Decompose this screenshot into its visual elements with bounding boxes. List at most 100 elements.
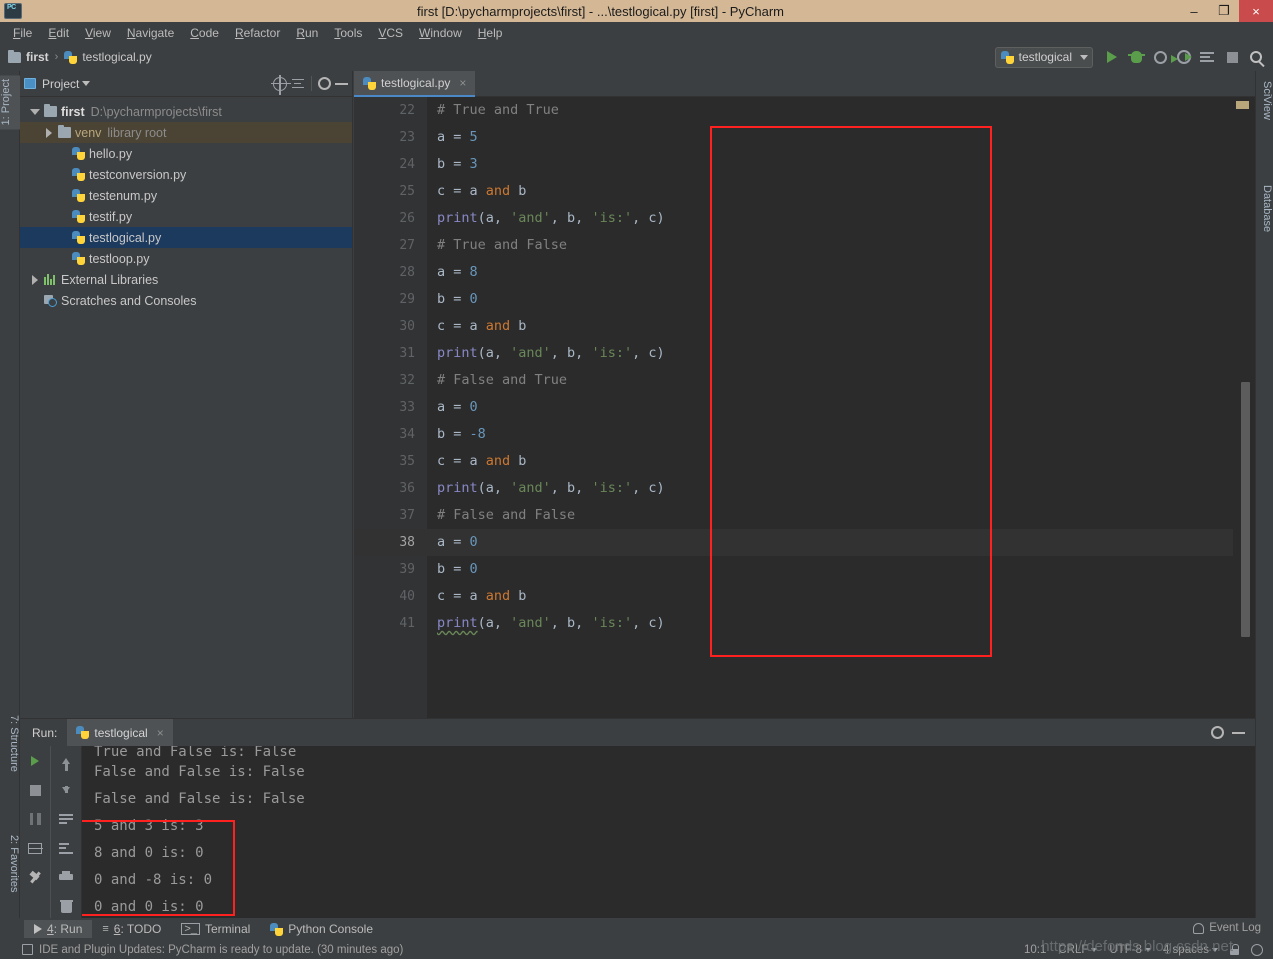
tree-item-testconversion-py[interactable]: testconversion.py bbox=[20, 164, 352, 185]
chevron-right-icon[interactable] bbox=[42, 127, 56, 138]
scrollbar-thumb[interactable] bbox=[1241, 382, 1250, 637]
menu-item-view[interactable]: View bbox=[77, 24, 119, 42]
scroll-to-end-icon[interactable] bbox=[56, 838, 76, 858]
code-line[interactable]: b = 0 bbox=[427, 556, 1233, 583]
collapse-all-icon[interactable] bbox=[291, 77, 305, 91]
code-line[interactable]: c = a and b bbox=[427, 448, 1233, 475]
chevron-down-icon[interactable] bbox=[28, 108, 42, 115]
run-with-profiler-button[interactable] bbox=[1149, 46, 1178, 68]
code-line[interactable]: print(a, 'and', b, 'is:', c) bbox=[427, 475, 1233, 502]
up-arrow-icon[interactable] bbox=[56, 751, 76, 771]
clear-all-icon[interactable] bbox=[56, 896, 76, 916]
hide-panel-icon[interactable] bbox=[335, 82, 348, 85]
code-line[interactable]: # True and True bbox=[427, 97, 1233, 124]
code-line[interactable]: a = 5 bbox=[427, 124, 1233, 151]
search-icon[interactable] bbox=[1245, 46, 1267, 68]
menu-item-file[interactable]: File bbox=[5, 24, 40, 42]
code-line[interactable]: a = 0 bbox=[427, 529, 1233, 556]
soft-wrap-icon[interactable] bbox=[56, 809, 76, 829]
code-line[interactable]: b = 3 bbox=[427, 151, 1233, 178]
line-number[interactable]: 30 bbox=[354, 313, 427, 340]
gear-icon[interactable] bbox=[318, 77, 331, 90]
line-number[interactable]: 23 bbox=[354, 124, 427, 151]
event-log-button[interactable]: Event Log bbox=[1193, 922, 1261, 934]
line-number[interactable]: 22 bbox=[354, 97, 427, 124]
code-line[interactable]: print(a, 'and', b, 'is:', c) bbox=[427, 340, 1233, 367]
stop-button[interactable] bbox=[1221, 46, 1243, 68]
menu-item-refactor[interactable]: Refactor bbox=[227, 24, 288, 42]
menu-item-tools[interactable]: Tools bbox=[326, 24, 370, 42]
code-line[interactable]: a = 8 bbox=[427, 259, 1233, 286]
rerun-button[interactable] bbox=[25, 751, 45, 771]
bottom-tab-4-run[interactable]: 4: Run bbox=[24, 920, 93, 938]
line-number[interactable]: 35 bbox=[354, 448, 427, 475]
code-line[interactable]: print(a, 'and', b, 'is:', c) bbox=[427, 205, 1233, 232]
line-number[interactable]: 39 bbox=[354, 556, 427, 583]
menu-item-edit[interactable]: Edit bbox=[40, 24, 77, 42]
line-number[interactable]: 29 bbox=[354, 286, 427, 313]
run-tests-button[interactable] bbox=[1197, 46, 1219, 68]
stop-button[interactable] bbox=[25, 780, 45, 800]
code-line[interactable]: c = a and b bbox=[427, 313, 1233, 340]
line-number[interactable]: 40 bbox=[354, 583, 427, 610]
tree-item-hello-py[interactable]: hello.py bbox=[20, 143, 352, 164]
line-number[interactable]: 31 bbox=[354, 340, 427, 367]
code-line[interactable]: a = 0 bbox=[427, 394, 1233, 421]
line-number[interactable]: 32 bbox=[354, 367, 427, 394]
line-number[interactable]: 27 bbox=[354, 232, 427, 259]
run-configuration-selector[interactable]: testlogical bbox=[994, 46, 1093, 68]
breadcrumb-project[interactable]: first bbox=[26, 50, 49, 64]
line-number[interactable]: 25 bbox=[354, 178, 427, 205]
layout-settings-icon[interactable] bbox=[25, 838, 45, 858]
run-button[interactable] bbox=[1101, 46, 1123, 68]
sidebar-tab-favorites[interactable]: 2: Favorites bbox=[0, 831, 20, 896]
tree-item-external-libraries[interactable]: External Libraries bbox=[20, 269, 352, 290]
menu-item-window[interactable]: Window bbox=[411, 24, 470, 42]
power-save-icon[interactable] bbox=[1251, 943, 1263, 956]
print-icon[interactable] bbox=[56, 867, 76, 887]
menu-item-run[interactable]: Run bbox=[288, 24, 326, 42]
code-line[interactable]: print(a, 'and', b, 'is:', c) bbox=[427, 610, 1233, 637]
code-line[interactable]: c = a and b bbox=[427, 178, 1233, 205]
menu-item-vcs[interactable]: VCS bbox=[370, 24, 411, 42]
tree-item-scratches-and-consoles[interactable]: Scratches and Consoles bbox=[20, 290, 352, 311]
code-line[interactable]: # True and False bbox=[427, 232, 1233, 259]
tree-item-venv[interactable]: venv library root bbox=[20, 122, 352, 143]
hide-panel-icon[interactable] bbox=[1232, 731, 1245, 734]
tree-item-testloop-py[interactable]: testloop.py bbox=[20, 248, 352, 269]
menu-item-navigate[interactable]: Navigate bbox=[119, 24, 182, 42]
run-console-output[interactable]: True and False is: False False and False… bbox=[82, 746, 1255, 919]
bottom-tab-python-console[interactable]: Python Console bbox=[260, 920, 383, 938]
line-number[interactable]: 37 bbox=[354, 502, 427, 529]
code-content[interactable]: # True and True a = 5b = 3c = a and b prin… bbox=[427, 97, 1233, 718]
bottom-tab-terminal[interactable]: >_ Terminal bbox=[171, 920, 260, 938]
tree-item-testenum-py[interactable]: testenum.py bbox=[20, 185, 352, 206]
code-line[interactable]: # False and True bbox=[427, 367, 1233, 394]
code-editor[interactable]: 22 23 24 25 26 27 28 29 30 31 32 33 34 35 36 37 38 39 40 41… bbox=[354, 97, 1255, 718]
scroll-from-source-icon[interactable] bbox=[271, 74, 291, 95]
line-number[interactable]: 26 bbox=[354, 205, 427, 232]
line-number[interactable]: 33 bbox=[354, 394, 427, 421]
editor-gutter[interactable]: 22 23 24 25 26 27 28 29 30 31 32 33 34 35 36 37 38 39 40 41 bbox=[354, 97, 427, 718]
menu-item-code[interactable]: Code bbox=[182, 24, 227, 42]
sidebar-tab-project[interactable]: 1: Project bbox=[0, 75, 20, 130]
chevron-down-icon[interactable] bbox=[82, 81, 91, 86]
status-message[interactable]: IDE and Plugin Updates: PyCharm is ready… bbox=[39, 944, 403, 956]
line-number[interactable]: 34 bbox=[354, 421, 427, 448]
code-line[interactable]: b = 0 bbox=[427, 286, 1233, 313]
pin-tab-icon[interactable] bbox=[25, 867, 45, 887]
breadcrumb-file[interactable]: testlogical.py bbox=[82, 50, 151, 64]
maximize-button[interactable]: ❐ bbox=[1209, 0, 1239, 22]
sidebar-tab-database[interactable]: Database bbox=[1255, 181, 1273, 236]
line-number[interactable]: 24 bbox=[354, 151, 427, 178]
sidebar-tab-sciview[interactable]: SciView bbox=[1255, 77, 1273, 124]
close-button[interactable]: × bbox=[1239, 0, 1273, 22]
close-icon[interactable]: × bbox=[459, 76, 466, 90]
run-with-coverage-button[interactable] bbox=[1173, 46, 1195, 68]
line-number[interactable]: 41 bbox=[354, 610, 427, 637]
close-icon[interactable]: × bbox=[157, 726, 164, 740]
gear-icon[interactable] bbox=[1211, 726, 1224, 739]
code-line[interactable]: # False and False bbox=[427, 502, 1233, 529]
down-arrow-icon[interactable] bbox=[56, 780, 76, 800]
menu-item-help[interactable]: Help bbox=[470, 24, 511, 42]
